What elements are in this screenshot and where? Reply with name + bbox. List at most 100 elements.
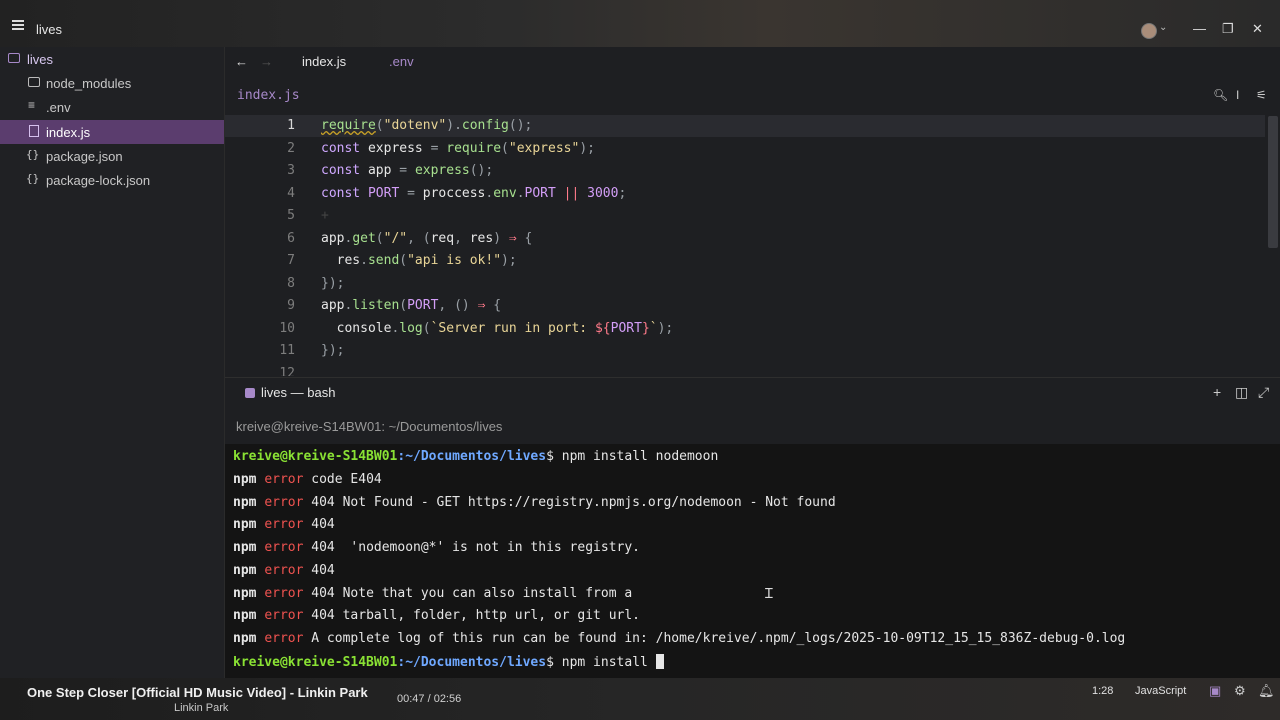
breadcrumb[interactable]: index.js [237,88,300,103]
code-line[interactable]: 5 + [225,205,1265,227]
tab-env[interactable]: .env [389,54,414,69]
terminal-line: npm error 404 'nodemoon@*' is not in thi… [233,540,640,555]
tree-item-label: node_modules [46,76,132,91]
line-number: 11 [279,343,295,358]
folder-icon [28,77,40,87]
code-line[interactable]: 3 const app = express(); [225,160,1265,182]
code-editor[interactable]: 1 require("dotenv").config(); 2 const ex… [225,114,1280,376]
editor-tab-bar: ← → index.js .env [225,47,1280,77]
menu-icon[interactable] [12,20,24,32]
tree-root-lives[interactable]: lives [0,47,224,71]
chevron-down-icon[interactable]: ⌄ [1159,22,1167,33]
line-number: 2 [287,141,295,156]
line-number: 3 [287,163,295,178]
line-number: 10 [279,321,295,336]
terminal-line: npm error code E404 [233,472,382,487]
code-line[interactable]: 8 }); [225,273,1265,295]
tree-item-label: index.js [46,125,91,140]
code-line[interactable]: 6 app.get("/", (req, res) ⇒ { [225,228,1265,250]
line-number: 8 [287,276,295,291]
tab-index-js[interactable]: index.js [302,54,346,69]
code-line[interactable]: 11 }); [225,340,1265,362]
breadcrumb-bar: index.js 🔍︎ I ⚟ [225,77,1280,114]
media-artist: Linkin Park [174,702,229,714]
code-text: const express = require("express"); [321,141,595,156]
split-icon[interactable]: ◫ [1235,384,1248,401]
line-number: 12 [279,366,295,376]
folder-icon [8,53,20,63]
code-line[interactable]: 2 const express = require("express"); [225,138,1265,160]
terminal-cursor [655,654,664,669]
line-number: 1 [287,118,295,133]
code-text: + [321,208,329,223]
code-text: app.get("/", (req, res) ⇒ { [321,231,533,246]
avatar[interactable] [1141,23,1157,39]
terminal-tab-label: lives — bash [261,385,336,400]
line-number: 6 [287,231,295,246]
code-line[interactable]: 10 console.log(`Server run in port: ${PO… [225,318,1265,340]
code-text: res.send("api is ok!"); [336,253,517,268]
tab-terminal[interactable]: lives — bash [245,385,335,400]
code-line[interactable]: 9 app.listen(PORT, () ⇒ { [225,295,1265,317]
code-text: const PORT = proccess.env.PORT || 3000; [321,186,627,201]
status-bar: One Step Closer [Official HD Music Video… [0,678,1280,720]
tree-item-index-js[interactable]: index.js [0,120,224,144]
close-icon[interactable]: ✕ [1252,21,1263,37]
tree-item-node-modules[interactable]: node_modules [0,71,224,95]
braces-icon: {} [26,172,40,185]
file-explorer: lives node_modules ≡ .env index.js {} pa… [0,47,225,678]
gear-icon[interactable]: ⚙ [1234,683,1246,699]
add-icon[interactable]: + [1213,384,1221,400]
language-mode[interactable]: JavaScript [1135,685,1186,697]
code-text: }); [321,276,345,291]
restore-icon[interactable]: ❐ [1222,21,1234,37]
tree-item-package-lock-json[interactable]: {} package-lock.json [0,168,224,192]
code-line[interactable]: 1 require("dotenv").config(); [225,115,1265,137]
terminal-line: npm error 404 Not Found - GET https://re… [233,495,836,510]
ibeam-cursor-icon: Ɪ [765,586,773,602]
terminal-line: npm error 404 [233,517,335,532]
code-line[interactable]: 7 res.send("api is ok!"); [225,250,1265,272]
title-bar: lives ⌄ — ❐ ✕ [0,0,1280,47]
braces-icon: {} [26,148,40,161]
window-title: lives [36,22,63,37]
media-title[interactable]: One Step Closer [Official HD Music Video… [27,685,368,700]
sliders-icon[interactable]: ⚟ [1256,88,1267,102]
terminal-path: kreive@kreive-S14BW01: ~/Documentos/live… [236,419,503,434]
maximize-icon[interactable]: ⤢ [1258,384,1269,401]
code-text: const app = express(); [321,163,494,178]
code-line[interactable]: 4 const PORT = proccess.env.PORT || 3000… [225,183,1265,205]
line-number: 7 [287,253,295,268]
media-time: 00:47 / 02:56 [397,693,462,705]
file-icon [29,125,39,137]
terminal-line: kreive@kreive-S14BW01:~/Documentos/lives… [233,654,664,670]
tree-item-label: .env [46,100,71,115]
tree-item-package-json[interactable]: {} package.json [0,144,224,168]
editor-scrollbar[interactable] [1268,116,1278,248]
tree-item-env[interactable]: ≡ .env [0,95,224,119]
terminal-title-bar: kreive@kreive-S14BW01: ~/Documentos/live… [225,406,1280,444]
line-number: 9 [287,298,295,313]
forward-arrow-icon[interactable]: → [260,54,273,69]
minimize-icon[interactable]: — [1193,21,1206,36]
terminal-tab-bar: lives — bash + ◫ ⤢ [225,377,1280,407]
code-line[interactable]: 12 [225,363,1265,376]
terminal-icon [245,388,255,398]
tree-item-label: package.json [46,149,123,164]
cursor-position[interactable]: 1:28 [1092,685,1113,697]
terminal-line: kreive@kreive-S14BW01:~/Documentos/lives… [233,449,719,464]
terminal-line: npm error 404 Note that you can also ins… [233,586,633,601]
line-number: 5 [287,208,295,223]
terminal[interactable]: kreive@kreive-S14BW01:~/Documentos/lives… [225,444,1280,678]
back-arrow-icon[interactable]: ← [235,54,248,69]
bell-icon[interactable]: 🔔︎ [1258,683,1275,699]
extension-icon[interactable]: ▣ [1209,683,1221,699]
code-text: }); [321,343,345,358]
code-text: require("dotenv").config(); [321,118,533,133]
env-file-icon: ≡ [28,98,36,112]
code-text: app.listen(PORT, () ⇒ { [321,298,502,313]
terminal-line: npm error A complete log of this run can… [233,631,1126,646]
text-cursor-icon[interactable]: I [1236,88,1239,102]
code-text: console.log(`Server run in port: ${PORT}… [336,321,674,336]
search-icon[interactable]: 🔍︎ [1213,88,1228,102]
